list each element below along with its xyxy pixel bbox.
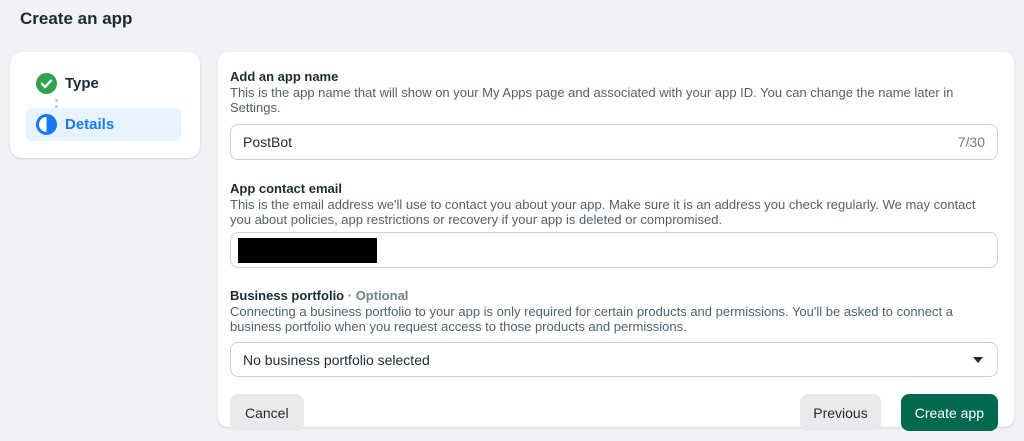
redacted-email-value xyxy=(238,238,377,263)
business-portfolio-label: Business portfolio · Optional xyxy=(230,288,998,303)
business-portfolio-label-text: Business portfolio xyxy=(230,288,344,303)
business-portfolio-selected-value: No business portfolio selected xyxy=(243,352,973,368)
check-circle-icon xyxy=(36,73,57,94)
contact-email-label: App contact email xyxy=(230,181,998,196)
page-title: Create an app xyxy=(20,9,132,29)
step-label-details: Details xyxy=(65,116,114,133)
half-circle-progress-icon xyxy=(36,114,57,135)
step-label-type: Type xyxy=(65,75,99,92)
create-app-button[interactable]: Create app xyxy=(901,394,998,431)
contact-email-description: This is the email address we'll use to c… xyxy=(230,197,998,227)
app-name-input[interactable] xyxy=(243,134,950,150)
stepper-step-type[interactable]: Type xyxy=(36,67,184,100)
stepper-step-details[interactable]: Details xyxy=(26,108,181,141)
app-name-input-wrapper: 7/30 xyxy=(230,124,998,160)
app-name-description: This is the app name that will show on y… xyxy=(230,85,998,115)
optional-tag: · Optional xyxy=(348,288,409,303)
business-portfolio-description: Connecting a business portfolio to your … xyxy=(230,304,998,334)
app-name-label: Add an app name xyxy=(230,69,998,84)
create-app-form-card: Add an app name This is the app name tha… xyxy=(218,52,1014,427)
previous-button[interactable]: Previous xyxy=(800,394,880,431)
form-button-row: Cancel Previous Create app xyxy=(230,394,998,431)
stepper-connector-dot xyxy=(55,99,58,102)
app-name-char-counter: 7/30 xyxy=(958,134,985,150)
cancel-button[interactable]: Cancel xyxy=(230,394,304,431)
business-portfolio-select[interactable]: No business portfolio selected xyxy=(230,342,998,377)
stepper-card: Type Details xyxy=(10,52,200,158)
chevron-down-icon xyxy=(973,357,983,363)
contact-email-input-wrapper xyxy=(230,232,998,268)
